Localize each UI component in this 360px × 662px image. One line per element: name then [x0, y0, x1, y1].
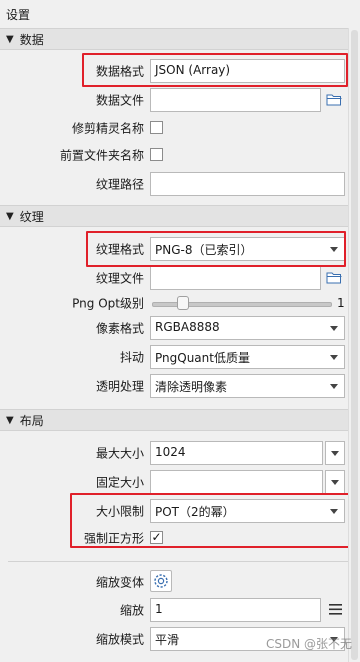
texture-path-input[interactable] [150, 172, 345, 196]
section-divider [8, 561, 348, 562]
row-scale-variants: 缩放变体 [0, 568, 348, 596]
max-size-input[interactable]: 1024 [150, 441, 323, 465]
chevron-down-icon [331, 451, 339, 456]
menu-icon[interactable] [329, 604, 342, 615]
chevron-down-icon [330, 355, 338, 360]
dithering-label: 抖动 [119, 350, 144, 365]
max-size-dropdown-button[interactable] [325, 441, 345, 465]
dithering-value: PngQuant低质量 [155, 351, 250, 365]
row-fixed-size: 固定大小 [0, 468, 348, 496]
section-title-layout: 布局 [19, 413, 44, 428]
section-title-texture: 纹理 [19, 209, 44, 224]
row-trim-sprite-names: 修剪精灵名称 [0, 114, 348, 142]
pixel-format-value: RGBA8888 [155, 320, 220, 334]
row-data-file: 数据文件 [0, 86, 348, 114]
texture-file-input[interactable] [150, 266, 321, 290]
dithering-select[interactable]: PngQuant低质量 [150, 345, 345, 369]
trim-sprite-names-checkbox[interactable] [150, 121, 163, 134]
gear-icon [154, 574, 168, 588]
row-prepend-folder-name: 前置文件夹名称 [0, 141, 348, 169]
vertical-scrollbar[interactable] [348, 28, 360, 662]
pixel-format-select[interactable]: RGBA8888 [150, 316, 345, 340]
chevron-down-icon [330, 384, 338, 389]
png-opt-slider-handle[interactable] [177, 296, 190, 310]
row-texture-file: 纹理文件 [0, 264, 348, 292]
prepend-folder-name-label: 前置文件夹名称 [59, 148, 144, 163]
row-png-opt-level: Png Opt级别 1 [0, 289, 348, 317]
fixed-size-dropdown-button[interactable] [325, 470, 345, 494]
row-max-size: 最大大小 1024 [0, 439, 348, 467]
row-transparency: 透明处理 清除透明像素 [0, 372, 348, 400]
data-file-label: 数据文件 [95, 93, 144, 108]
scrollbar-thumb[interactable] [351, 30, 358, 660]
highlight-box-size-constraint [70, 493, 354, 548]
section-title-data: 数据 [19, 32, 44, 47]
window-title: 设置 [0, 0, 360, 28]
highlight-box-texture-format [86, 231, 346, 267]
texture-path-label: 纹理路径 [95, 177, 144, 192]
row-scale: 缩放 1 [0, 596, 348, 624]
trim-sprite-names-label: 修剪精灵名称 [71, 121, 144, 136]
row-texture-path: 纹理路径 [0, 170, 348, 198]
png-opt-value: 1 [337, 296, 345, 310]
scale-variants-button[interactable] [150, 570, 172, 592]
section-header-texture[interactable]: ▼ 纹理 [0, 205, 348, 227]
triangle-down-icon: ▼ [6, 33, 14, 45]
texture-file-label: 纹理文件 [95, 271, 144, 286]
fixed-size-input[interactable] [150, 470, 323, 494]
chevron-down-icon [331, 480, 339, 485]
transparency-value: 清除透明像素 [155, 380, 228, 394]
prepend-folder-name-checkbox[interactable] [150, 148, 163, 161]
chevron-down-icon [330, 326, 338, 331]
scale-variants-label: 缩放变体 [95, 575, 144, 590]
pixel-format-label: 像素格式 [95, 321, 144, 336]
row-pixel-format: 像素格式 RGBA8888 [0, 314, 348, 342]
scale-mode-value: 平滑 [155, 633, 180, 647]
highlight-box-data-format [82, 53, 348, 87]
scale-label: 缩放 [119, 603, 144, 618]
scale-mode-label: 缩放模式 [95, 632, 144, 647]
folder-open-icon[interactable] [326, 271, 342, 284]
fixed-size-label: 固定大小 [95, 475, 144, 490]
transparency-select[interactable]: 清除透明像素 [150, 374, 345, 398]
png-opt-label: Png Opt级别 [72, 296, 144, 311]
folder-open-icon[interactable] [326, 93, 342, 106]
transparency-label: 透明处理 [95, 379, 144, 394]
triangle-down-icon: ▼ [6, 414, 14, 426]
data-file-input[interactable] [150, 88, 321, 112]
section-header-layout[interactable]: ▼ 布局 [0, 409, 348, 431]
watermark: CSDN @张不无 [265, 637, 352, 651]
section-header-data[interactable]: ▼ 数据 [0, 28, 348, 50]
row-dithering: 抖动 PngQuant低质量 [0, 343, 348, 371]
scale-input[interactable]: 1 [150, 598, 321, 622]
max-size-label: 最大大小 [95, 446, 144, 461]
triangle-down-icon: ▼ [6, 210, 14, 222]
